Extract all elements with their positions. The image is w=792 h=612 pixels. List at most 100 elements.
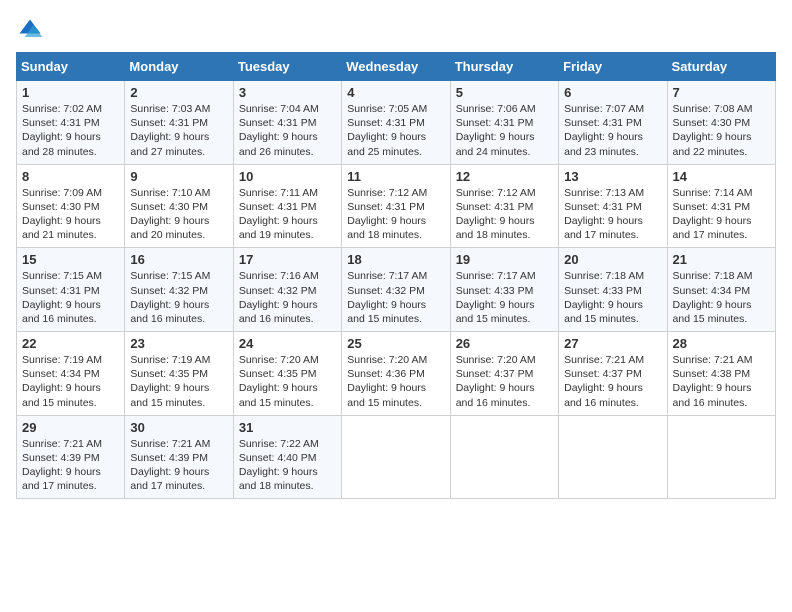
day-number: 30 (130, 420, 227, 435)
day-number: 1 (22, 85, 119, 100)
logo-icon (16, 16, 44, 44)
day-number: 22 (22, 336, 119, 351)
cell-content: Sunrise: 7:20 AM Sunset: 4:35 PM Dayligh… (239, 353, 336, 410)
calendar-cell: 20 Sunrise: 7:18 AM Sunset: 4:33 PM Dayl… (559, 248, 667, 332)
calendar-cell: 10 Sunrise: 7:11 AM Sunset: 4:31 PM Dayl… (233, 164, 341, 248)
cell-content: Sunrise: 7:18 AM Sunset: 4:34 PM Dayligh… (673, 269, 770, 326)
calendar-cell: 5 Sunrise: 7:06 AM Sunset: 4:31 PM Dayli… (450, 81, 558, 165)
day-number: 19 (456, 252, 553, 267)
cell-content: Sunrise: 7:02 AM Sunset: 4:31 PM Dayligh… (22, 102, 119, 159)
header-row: SundayMondayTuesdayWednesdayThursdayFrid… (17, 53, 776, 81)
cell-content: Sunrise: 7:06 AM Sunset: 4:31 PM Dayligh… (456, 102, 553, 159)
logo (16, 16, 48, 44)
cell-content: Sunrise: 7:15 AM Sunset: 4:31 PM Dayligh… (22, 269, 119, 326)
week-row-2: 8 Sunrise: 7:09 AM Sunset: 4:30 PM Dayli… (17, 164, 776, 248)
day-number: 4 (347, 85, 444, 100)
cell-content: Sunrise: 7:21 AM Sunset: 4:39 PM Dayligh… (130, 437, 227, 494)
calendar-cell: 23 Sunrise: 7:19 AM Sunset: 4:35 PM Dayl… (125, 332, 233, 416)
header-day-friday: Friday (559, 53, 667, 81)
day-number: 8 (22, 169, 119, 184)
cell-content: Sunrise: 7:18 AM Sunset: 4:33 PM Dayligh… (564, 269, 661, 326)
cell-content: Sunrise: 7:21 AM Sunset: 4:37 PM Dayligh… (564, 353, 661, 410)
cell-content: Sunrise: 7:15 AM Sunset: 4:32 PM Dayligh… (130, 269, 227, 326)
day-number: 28 (673, 336, 770, 351)
header-day-wednesday: Wednesday (342, 53, 450, 81)
calendar-cell: 30 Sunrise: 7:21 AM Sunset: 4:39 PM Dayl… (125, 415, 233, 499)
calendar-cell (559, 415, 667, 499)
header-day-saturday: Saturday (667, 53, 775, 81)
day-number: 24 (239, 336, 336, 351)
day-number: 17 (239, 252, 336, 267)
calendar-cell: 12 Sunrise: 7:12 AM Sunset: 4:31 PM Dayl… (450, 164, 558, 248)
week-row-4: 22 Sunrise: 7:19 AM Sunset: 4:34 PM Dayl… (17, 332, 776, 416)
calendar-cell: 19 Sunrise: 7:17 AM Sunset: 4:33 PM Dayl… (450, 248, 558, 332)
calendar-cell: 2 Sunrise: 7:03 AM Sunset: 4:31 PM Dayli… (125, 81, 233, 165)
day-number: 14 (673, 169, 770, 184)
cell-content: Sunrise: 7:17 AM Sunset: 4:33 PM Dayligh… (456, 269, 553, 326)
day-number: 29 (22, 420, 119, 435)
calendar-cell: 18 Sunrise: 7:17 AM Sunset: 4:32 PM Dayl… (342, 248, 450, 332)
calendar-cell: 21 Sunrise: 7:18 AM Sunset: 4:34 PM Dayl… (667, 248, 775, 332)
calendar-cell: 7 Sunrise: 7:08 AM Sunset: 4:30 PM Dayli… (667, 81, 775, 165)
day-number: 31 (239, 420, 336, 435)
cell-content: Sunrise: 7:08 AM Sunset: 4:30 PM Dayligh… (673, 102, 770, 159)
day-number: 13 (564, 169, 661, 184)
day-number: 25 (347, 336, 444, 351)
calendar-cell: 3 Sunrise: 7:04 AM Sunset: 4:31 PM Dayli… (233, 81, 341, 165)
day-number: 7 (673, 85, 770, 100)
calendar-cell: 29 Sunrise: 7:21 AM Sunset: 4:39 PM Dayl… (17, 415, 125, 499)
cell-content: Sunrise: 7:21 AM Sunset: 4:38 PM Dayligh… (673, 353, 770, 410)
calendar-cell (667, 415, 775, 499)
calendar-cell: 15 Sunrise: 7:15 AM Sunset: 4:31 PM Dayl… (17, 248, 125, 332)
calendar-cell: 13 Sunrise: 7:13 AM Sunset: 4:31 PM Dayl… (559, 164, 667, 248)
cell-content: Sunrise: 7:10 AM Sunset: 4:30 PM Dayligh… (130, 186, 227, 243)
cell-content: Sunrise: 7:17 AM Sunset: 4:32 PM Dayligh… (347, 269, 444, 326)
calendar-cell: 25 Sunrise: 7:20 AM Sunset: 4:36 PM Dayl… (342, 332, 450, 416)
calendar-cell: 26 Sunrise: 7:20 AM Sunset: 4:37 PM Dayl… (450, 332, 558, 416)
cell-content: Sunrise: 7:16 AM Sunset: 4:32 PM Dayligh… (239, 269, 336, 326)
calendar-cell: 4 Sunrise: 7:05 AM Sunset: 4:31 PM Dayli… (342, 81, 450, 165)
calendar-cell: 22 Sunrise: 7:19 AM Sunset: 4:34 PM Dayl… (17, 332, 125, 416)
cell-content: Sunrise: 7:20 AM Sunset: 4:37 PM Dayligh… (456, 353, 553, 410)
day-number: 3 (239, 85, 336, 100)
calendar-cell: 1 Sunrise: 7:02 AM Sunset: 4:31 PM Dayli… (17, 81, 125, 165)
week-row-5: 29 Sunrise: 7:21 AM Sunset: 4:39 PM Dayl… (17, 415, 776, 499)
day-number: 18 (347, 252, 444, 267)
cell-content: Sunrise: 7:12 AM Sunset: 4:31 PM Dayligh… (456, 186, 553, 243)
cell-content: Sunrise: 7:13 AM Sunset: 4:31 PM Dayligh… (564, 186, 661, 243)
calendar-table: SundayMondayTuesdayWednesdayThursdayFrid… (16, 52, 776, 499)
calendar-cell: 14 Sunrise: 7:14 AM Sunset: 4:31 PM Dayl… (667, 164, 775, 248)
calendar-cell: 24 Sunrise: 7:20 AM Sunset: 4:35 PM Dayl… (233, 332, 341, 416)
cell-content: Sunrise: 7:09 AM Sunset: 4:30 PM Dayligh… (22, 186, 119, 243)
day-number: 21 (673, 252, 770, 267)
calendar-cell (342, 415, 450, 499)
header-day-thursday: Thursday (450, 53, 558, 81)
header-day-monday: Monday (125, 53, 233, 81)
calendar-cell: 31 Sunrise: 7:22 AM Sunset: 4:40 PM Dayl… (233, 415, 341, 499)
day-number: 27 (564, 336, 661, 351)
week-row-1: 1 Sunrise: 7:02 AM Sunset: 4:31 PM Dayli… (17, 81, 776, 165)
cell-content: Sunrise: 7:21 AM Sunset: 4:39 PM Dayligh… (22, 437, 119, 494)
cell-content: Sunrise: 7:14 AM Sunset: 4:31 PM Dayligh… (673, 186, 770, 243)
cell-content: Sunrise: 7:05 AM Sunset: 4:31 PM Dayligh… (347, 102, 444, 159)
day-number: 23 (130, 336, 227, 351)
cell-content: Sunrise: 7:11 AM Sunset: 4:31 PM Dayligh… (239, 186, 336, 243)
cell-content: Sunrise: 7:12 AM Sunset: 4:31 PM Dayligh… (347, 186, 444, 243)
cell-content: Sunrise: 7:20 AM Sunset: 4:36 PM Dayligh… (347, 353, 444, 410)
calendar-cell: 8 Sunrise: 7:09 AM Sunset: 4:30 PM Dayli… (17, 164, 125, 248)
cell-content: Sunrise: 7:04 AM Sunset: 4:31 PM Dayligh… (239, 102, 336, 159)
calendar-cell (450, 415, 558, 499)
calendar-cell: 6 Sunrise: 7:07 AM Sunset: 4:31 PM Dayli… (559, 81, 667, 165)
day-number: 6 (564, 85, 661, 100)
day-number: 20 (564, 252, 661, 267)
day-number: 5 (456, 85, 553, 100)
calendar-cell: 9 Sunrise: 7:10 AM Sunset: 4:30 PM Dayli… (125, 164, 233, 248)
header (16, 16, 776, 44)
calendar-cell: 28 Sunrise: 7:21 AM Sunset: 4:38 PM Dayl… (667, 332, 775, 416)
header-day-tuesday: Tuesday (233, 53, 341, 81)
day-number: 2 (130, 85, 227, 100)
header-day-sunday: Sunday (17, 53, 125, 81)
day-number: 11 (347, 169, 444, 184)
calendar-cell: 16 Sunrise: 7:15 AM Sunset: 4:32 PM Dayl… (125, 248, 233, 332)
cell-content: Sunrise: 7:07 AM Sunset: 4:31 PM Dayligh… (564, 102, 661, 159)
